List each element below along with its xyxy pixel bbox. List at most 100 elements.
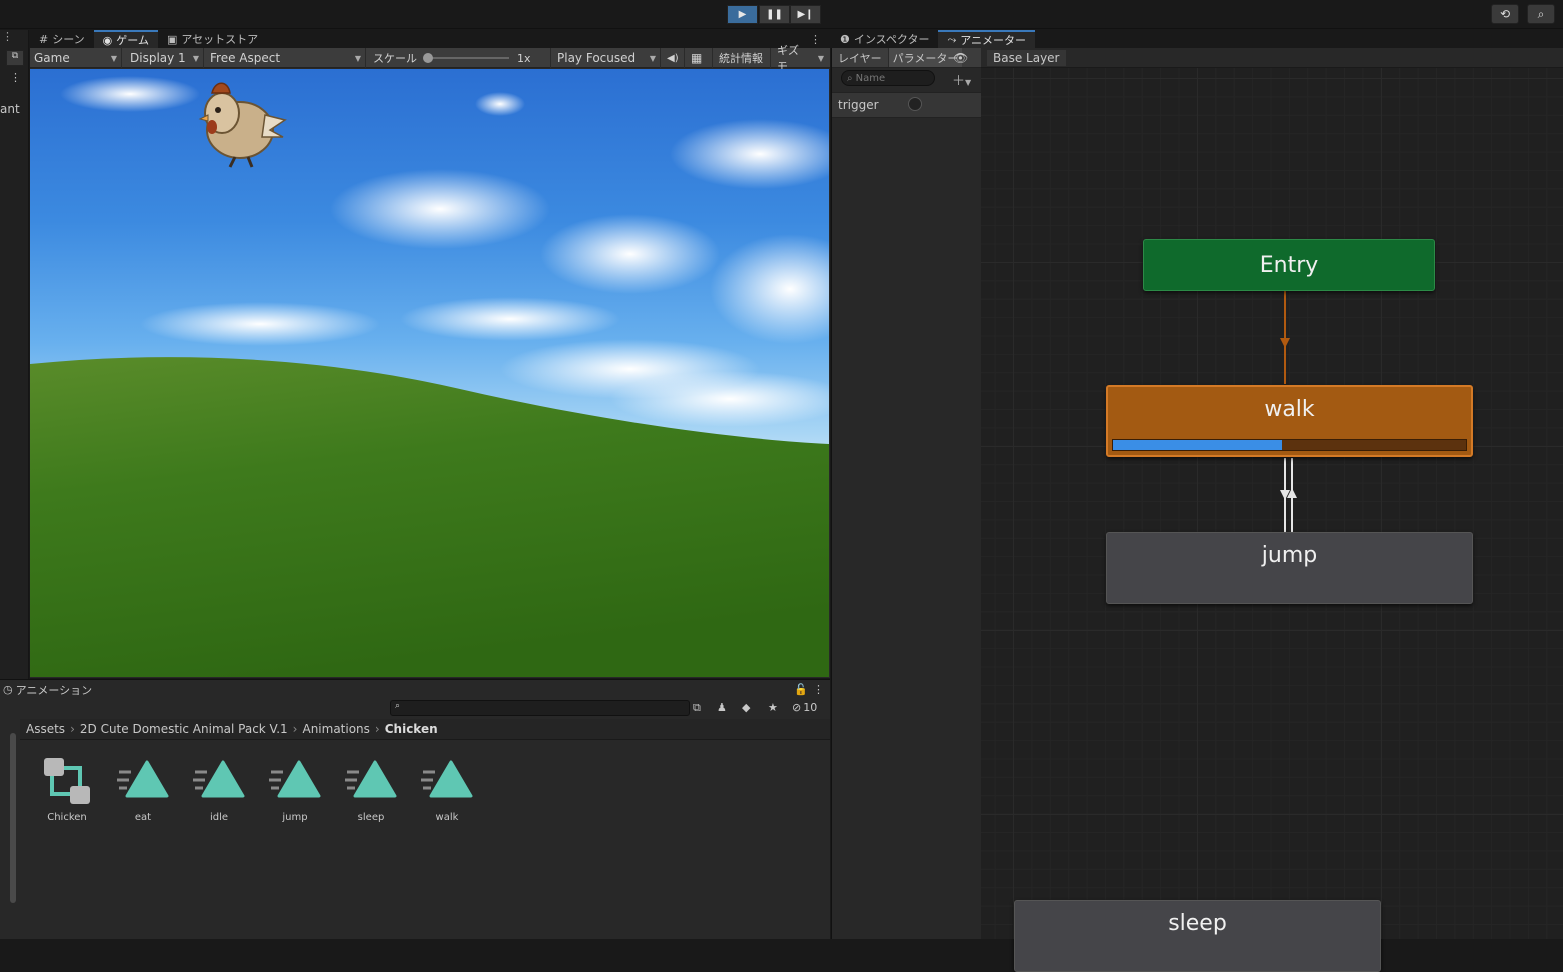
tab-asset-store[interactable]: ▣ アセットストア (158, 30, 267, 48)
scale-track[interactable] (423, 53, 509, 63)
right-tab-bar: ❶ インスペクター ⤳ アニメーター (831, 30, 1563, 48)
history-button[interactable]: ⟲ (1491, 4, 1519, 24)
search-button[interactable]: ⌕ (1527, 4, 1555, 24)
tab-animator[interactable]: ⤳ アニメーター (938, 30, 1036, 48)
animator-icon: ⤳ (947, 33, 957, 46)
scale-slider[interactable]: スケール 1x (369, 48, 551, 68)
scale-thumb[interactable] (423, 53, 433, 63)
tab-scene[interactable]: # シーン (30, 30, 94, 48)
chevron-down-icon: ▼ (649, 53, 656, 63)
state-sleep-label: sleep (1168, 911, 1227, 936)
add-parameter-button[interactable]: ＋▼ (952, 70, 971, 89)
toggle-icon[interactable]: ⧉ (6, 50, 24, 66)
panel-options-icon[interactable]: ⋮ (813, 683, 824, 696)
hidden-packages-toggle[interactable]: ⊘ 10 (792, 701, 817, 714)
grid-toggle[interactable]: ▦ (687, 48, 713, 68)
audio-mute-button[interactable]: ◀) (663, 48, 685, 68)
stats-button[interactable]: 統計情報 (715, 48, 771, 68)
scale-label: スケール (373, 52, 417, 65)
tab-game-label: ゲーム (116, 34, 149, 47)
asset-item-jump[interactable]: jump (260, 756, 330, 823)
filter-by-type-icon[interactable]: ⧉ (693, 701, 701, 715)
chevron-right-icon: › (70, 722, 75, 736)
asset-label: Chicken (47, 812, 87, 823)
state-jump[interactable]: jump (1106, 532, 1473, 604)
tab-animator-label: アニメーター (960, 34, 1027, 47)
display-label: Display 1 (130, 51, 186, 65)
play-mode-dropdown[interactable]: Play Focused ▼ (553, 48, 661, 68)
mode-label: Game (34, 51, 70, 65)
game-toolbar: Game ▼ Display 1 ▼ Free Aspect ▼ スケール 1x Pl… (30, 44, 830, 73)
animation-clip-icon (117, 760, 169, 798)
asset-label: sleep (357, 812, 385, 823)
chicken-sprite[interactable] (190, 75, 290, 170)
aspect-dropdown[interactable]: Free Aspect ▼ (206, 48, 366, 68)
transitions (1280, 291, 1297, 532)
favorite-star-icon[interactable]: ★ (768, 701, 778, 714)
play-mode-label: Play Focused (557, 51, 636, 65)
state-walk-label: walk (1264, 397, 1315, 422)
parameter-row[interactable]: trigger (832, 92, 982, 118)
tab-game[interactable]: ◉ ゲーム (93, 30, 158, 48)
breadcrumb-pack[interactable]: 2D Cute Domestic Animal Pack V.1 (80, 722, 288, 736)
state-progress-bar (1112, 439, 1467, 451)
breadcrumb-chicken[interactable]: Chicken (385, 722, 438, 736)
animator-parameters-panel: レイヤー パラメーター ⌕ Name ＋▼ trigger (831, 48, 982, 939)
main-toolbar: ▶ ❚❚ ▶❙ ⟲ ⌕ (0, 0, 1563, 29)
mode-dropdown[interactable]: Game ▼ (30, 48, 122, 68)
aspect-label: Free Aspect (210, 51, 281, 65)
state-walk[interactable]: walk (1106, 385, 1473, 457)
asset-item-walk[interactable]: walk (412, 756, 482, 823)
asset-item-sleep[interactable]: sleep (336, 756, 406, 823)
bag-icon: ▣ (166, 32, 178, 46)
animation-clip-icon (193, 760, 245, 798)
speaker-icon: ◀) (667, 52, 679, 64)
pause-button[interactable]: ❚❚ (759, 5, 790, 24)
state-entry[interactable]: Entry (1143, 239, 1435, 291)
tab-inspector[interactable]: ❶ インスペクター (831, 30, 938, 48)
chevron-down-icon: ▼ (110, 53, 117, 63)
panel-menu-icon[interactable]: ⋮ (2, 30, 13, 43)
layer-breadcrumb[interactable]: Base Layer (987, 49, 1066, 66)
tab-asset-store-label: アセットストア (181, 33, 259, 46)
filter-by-scene-icon[interactable]: ♟ (717, 701, 727, 714)
state-sleep[interactable]: sleep (1014, 900, 1381, 972)
asset-item-eat[interactable]: eat (108, 756, 178, 823)
play-button[interactable]: ▶ (727, 5, 758, 24)
display-dropdown[interactable]: Display 1 ▼ (126, 48, 204, 68)
eye-slash-icon: ⊘ (792, 701, 802, 714)
step-button[interactable]: ▶❙ (790, 5, 821, 24)
parameter-search-input[interactable]: ⌕ Name (841, 70, 935, 86)
tab-layers[interactable]: レイヤー (832, 48, 889, 67)
gizmos-dropdown[interactable]: ギズモ ▼ (773, 44, 828, 73)
animation-panel-header: ◷ アニメーション 🔓 ⋮ (0, 680, 830, 699)
breadcrumb-assets[interactable]: Assets (26, 722, 65, 736)
asset-search-input[interactable]: ⌕ (390, 700, 690, 716)
hierarchy-item-label[interactable]: ant (0, 102, 20, 116)
label-icon[interactable]: ◆ (742, 701, 750, 714)
lock-icon[interactable]: 🔓 (794, 683, 808, 696)
asset-item-idle[interactable]: idle (184, 756, 254, 823)
plus-icon: ＋ (952, 74, 966, 89)
game-viewport[interactable] (30, 69, 829, 677)
state-progress-fill (1113, 440, 1283, 450)
state-jump-label: jump (1261, 543, 1318, 568)
tab-parameters[interactable]: パラメーター (888, 48, 963, 67)
asset-label: jump (282, 812, 308, 823)
animator-controller-icon (44, 758, 90, 804)
eye-icon[interactable]: 👁 (953, 51, 981, 65)
search-icon: ⌕ (395, 701, 401, 711)
left-tab-bar: # シーン ◉ ゲーム ▣ アセットストア ⋮ (30, 30, 830, 48)
asset-item-chicken[interactable]: Chicken (32, 756, 102, 823)
panel-menu-icon-2[interactable]: ⋮ (10, 71, 21, 84)
folder-tree-scrollbar[interactable] (8, 721, 18, 911)
scrollbar-thumb[interactable] (10, 733, 16, 903)
search-icon: ⌕ (1537, 6, 1545, 21)
animator-graph[interactable]: Entry walk jump sleep (981, 68, 1563, 972)
hash-icon: # (39, 32, 49, 46)
breadcrumb-animations[interactable]: Animations (302, 722, 369, 736)
trigger-radio[interactable] (908, 97, 922, 111)
chevron-down-icon: ▼ (965, 78, 972, 87)
asset-grid: Chicken eat idle jump sleep walk (32, 756, 482, 823)
pause-icon: ❚❚ (766, 9, 783, 20)
